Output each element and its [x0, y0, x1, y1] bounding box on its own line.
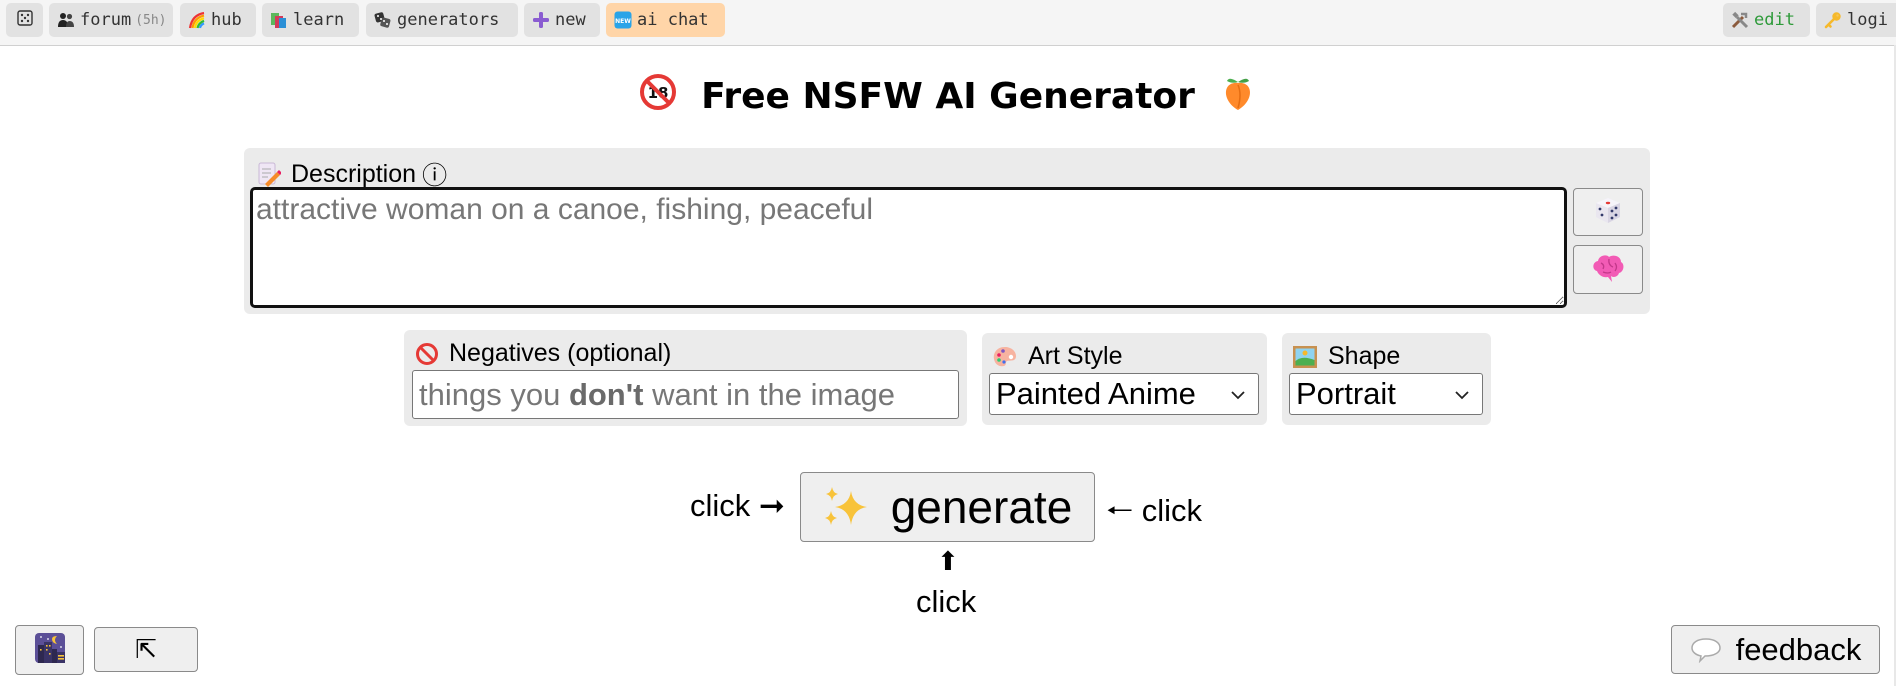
shape-label-text: Shape	[1328, 342, 1401, 370]
nav-login-label: logi	[1847, 10, 1888, 30]
nav-edit[interactable]: edit	[1723, 3, 1810, 37]
memo-pencil-icon	[257, 161, 281, 187]
shape-value: Portrait	[1296, 376, 1396, 411]
framed-picture-icon	[1292, 345, 1318, 369]
rainbow-icon	[188, 11, 206, 29]
click-hint-left: click ➞	[690, 488, 785, 523]
dice-icon	[1593, 195, 1623, 229]
up-arrow-icon: ⬆	[937, 546, 959, 576]
negatives-input[interactable]: things you don't want in the image	[412, 370, 959, 419]
nav-ai-chat[interactable]: NEW ai chat	[606, 3, 725, 37]
random-prompt-button[interactable]	[1573, 188, 1643, 236]
shape-label: Shape	[1292, 342, 1400, 371]
plus-icon	[532, 11, 550, 29]
new-badge-icon: NEW	[614, 11, 632, 29]
random-generator-button[interactable]	[6, 3, 43, 37]
tools-icon	[1731, 11, 1749, 29]
art-style-value: Painted Anime	[996, 376, 1196, 411]
generate-label: generate	[890, 481, 1073, 533]
key-icon	[1824, 11, 1842, 29]
popout-button[interactable]: ⇱	[94, 627, 198, 672]
nav-hub[interactable]: hub	[180, 3, 256, 37]
feedback-button[interactable]: feedback	[1671, 625, 1880, 674]
nav-learn[interactable]: learn	[262, 3, 359, 37]
nav-generators-label: generators	[397, 10, 500, 30]
nav-forum-label: forum	[80, 10, 132, 30]
nav-generators[interactable]: generators	[366, 3, 518, 37]
click-hint-right: 🠐 click	[1106, 493, 1202, 528]
shape-select[interactable]: Portrait	[1289, 373, 1483, 415]
page-title: 18 Free NSFW AI Generator	[0, 72, 1896, 121]
nav-new[interactable]: new	[524, 3, 600, 37]
prohibited-icon	[415, 342, 439, 366]
nav-login[interactable]: logi	[1816, 3, 1896, 37]
peach-icon	[1219, 72, 1257, 121]
nav-forum-badge: (5h)	[135, 12, 167, 28]
art-style-label-text: Art Style	[1028, 342, 1123, 370]
ai-enhance-prompt-button[interactable]	[1573, 245, 1643, 294]
chevron-down-icon	[1230, 383, 1246, 406]
nav-new-label: new	[555, 10, 586, 30]
page-title-text: Free NSFW AI Generator	[701, 76, 1195, 117]
dice-icon	[16, 9, 33, 31]
chevron-down-icon	[1454, 383, 1470, 406]
generate-button[interactable]: generate	[800, 472, 1095, 542]
negatives-placeholder: things you don't want in the image	[419, 376, 896, 412]
no-under-18-icon: 18	[639, 73, 677, 120]
art-style-label: Art Style	[992, 342, 1122, 371]
people-icon	[57, 12, 75, 28]
nav-forum[interactable]: forum (5h)	[49, 3, 173, 37]
negatives-label-text: Negatives (optional)	[449, 339, 672, 367]
sparkles-icon	[823, 485, 871, 529]
feedback-label: feedback	[1735, 631, 1862, 667]
nav-ai-chat-label: ai chat	[637, 10, 709, 30]
click-hint-bottom: click	[916, 584, 977, 619]
description-label-text: Description	[291, 159, 417, 188]
nav-learn-label: learn	[293, 10, 345, 30]
negatives-label: Negatives (optional)	[415, 339, 671, 368]
nav-edit-label: edit	[1754, 10, 1795, 30]
brain-icon	[1591, 253, 1625, 287]
nav-hub-label: hub	[211, 10, 242, 30]
books-icon	[270, 11, 288, 29]
svg-text:NEW: NEW	[615, 18, 631, 25]
dice-pair-icon	[374, 11, 392, 29]
top-nav-bar: forum (5h) hub learn generators new NEW …	[0, 0, 1896, 46]
arrow-to-corner-icon: ⇱	[135, 634, 157, 664]
palette-icon	[992, 345, 1018, 369]
theme-toggle-button[interactable]	[15, 625, 84, 675]
art-style-select[interactable]: Painted Anime	[989, 373, 1259, 415]
speech-bubble-icon	[1690, 637, 1722, 663]
description-input[interactable]	[250, 187, 1567, 308]
night-city-icon	[34, 632, 65, 668]
